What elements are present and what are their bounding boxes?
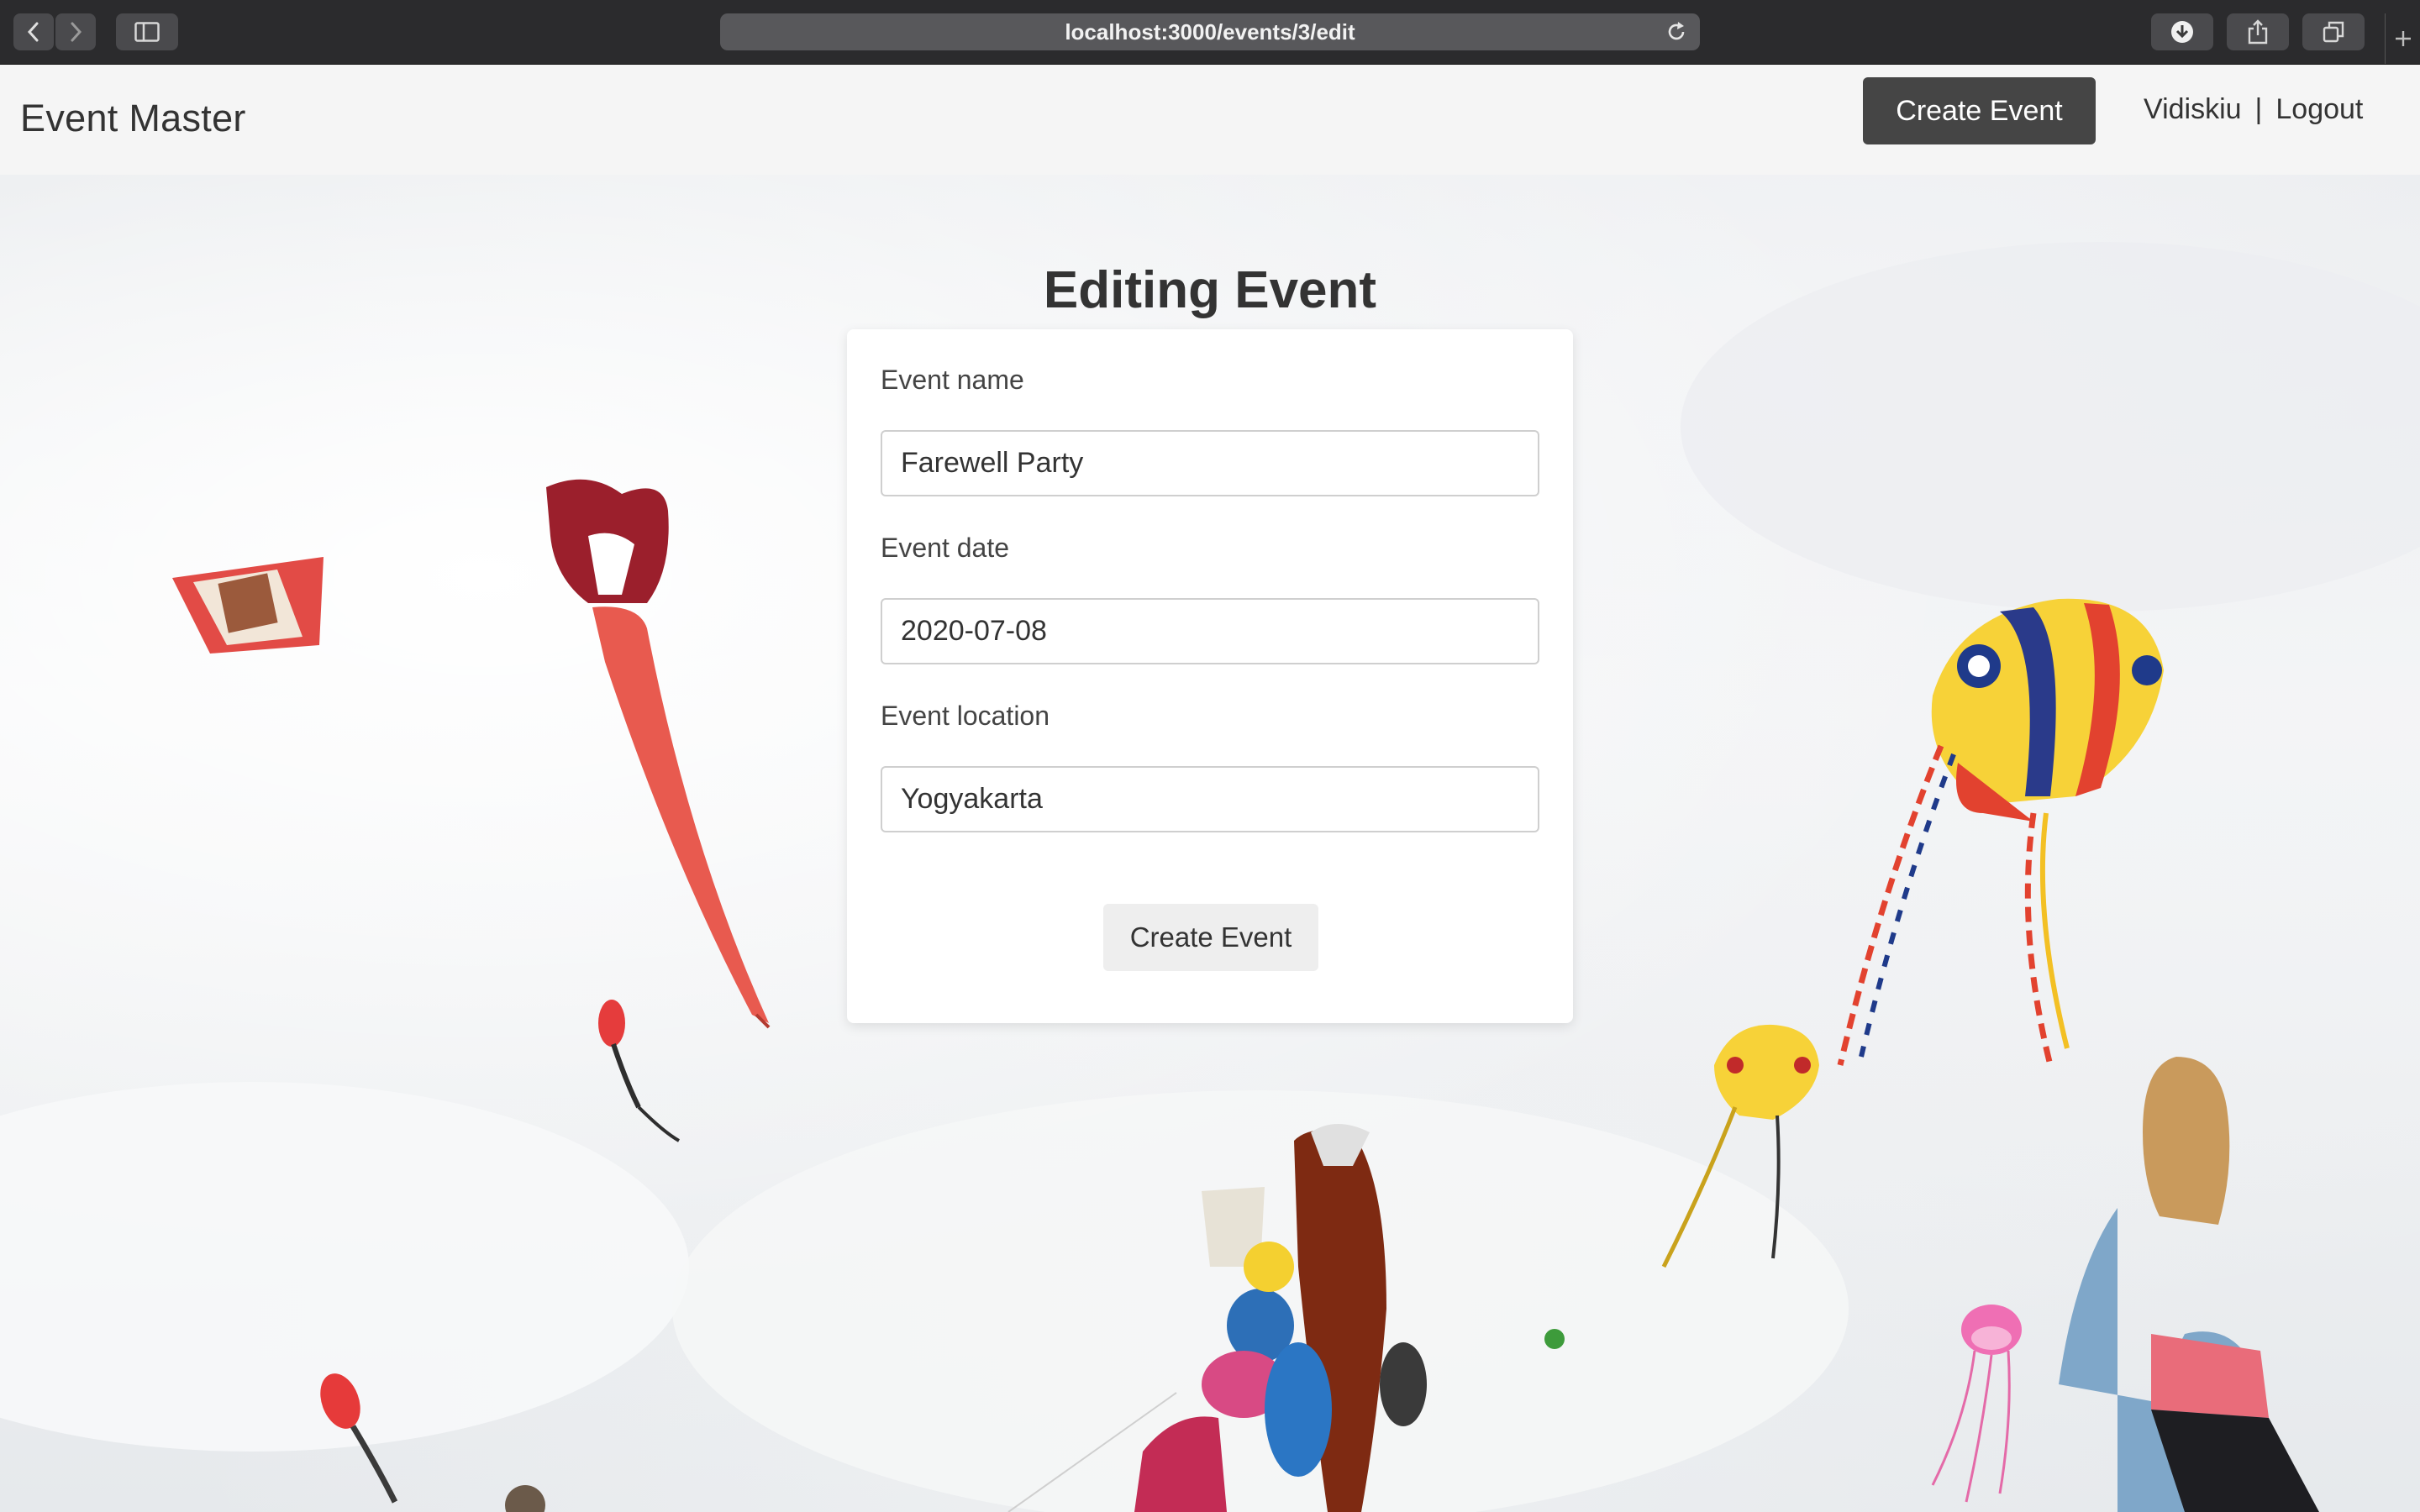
event-name-label: Event name: [881, 365, 1024, 395]
tabs-icon: [2323, 21, 2344, 43]
nav-separator: |: [2254, 93, 2263, 125]
red-tail-kite: [546, 479, 771, 1029]
logout-link[interactable]: Logout: [2275, 93, 2363, 126]
person-silhouette: [2059, 1057, 2319, 1512]
square-kite: [172, 557, 324, 654]
forward-icon: [71, 22, 82, 42]
event-date-value: 2020-07-08: [901, 615, 1047, 647]
browser-toolbar: localhost:3000/events/3/edit: [0, 0, 2420, 65]
forward-button[interactable]: [55, 13, 96, 50]
app-navbar: Event Master Create Event Vidiskiu | Log…: [0, 65, 2420, 175]
sidebar-icon: [134, 22, 160, 42]
hero-background: Editing Event Event name Farewell Party …: [0, 175, 2420, 1512]
sidebar-button[interactable]: [116, 13, 178, 50]
new-tab-icon: [2396, 31, 2411, 46]
event-location-input[interactable]: Yogyakarta: [881, 766, 1539, 832]
edit-event-form: Event name Farewell Party Event date 202…: [847, 329, 1573, 1023]
new-tab-button[interactable]: [2385, 13, 2420, 64]
event-date-label: Event date: [881, 533, 1009, 563]
yellow-squid-kite: [1837, 598, 2164, 1066]
brand-logo[interactable]: Event Master: [20, 97, 246, 140]
downloads-button[interactable]: [2151, 13, 2213, 50]
page-title: Editing Event: [1043, 260, 1377, 319]
jellyfish-kite: [1931, 1305, 2022, 1503]
event-name-value: Farewell Party: [901, 447, 1084, 479]
username-link[interactable]: Vidiskiu: [2144, 93, 2242, 126]
back-icon: [27, 22, 39, 42]
address-bar[interactable]: localhost:3000/events/3/edit: [720, 13, 1700, 50]
tabs-overview-button[interactable]: [2302, 13, 2365, 50]
share-button[interactable]: [2227, 13, 2289, 50]
nav-create-event-button[interactable]: Create Event: [1863, 77, 2096, 144]
event-name-input[interactable]: Farewell Party: [881, 430, 1539, 496]
event-location-value: Yogyakarta: [901, 783, 1043, 815]
download-icon: [2171, 21, 2193, 43]
user-menu: Vidiskiu | Logout: [2144, 93, 2363, 126]
create-event-submit-button[interactable]: Create Event: [1103, 904, 1318, 971]
back-button[interactable]: [13, 13, 54, 50]
reload-button[interactable]: [1665, 20, 1688, 50]
small-kite-left: [598, 1000, 680, 1142]
share-icon: [2248, 19, 2268, 45]
url-text: localhost:3000/events/3/edit: [1065, 18, 1355, 45]
event-date-input[interactable]: 2020-07-08: [881, 598, 1539, 664]
reload-icon: [1668, 22, 1685, 40]
event-location-label: Event location: [881, 701, 1050, 731]
